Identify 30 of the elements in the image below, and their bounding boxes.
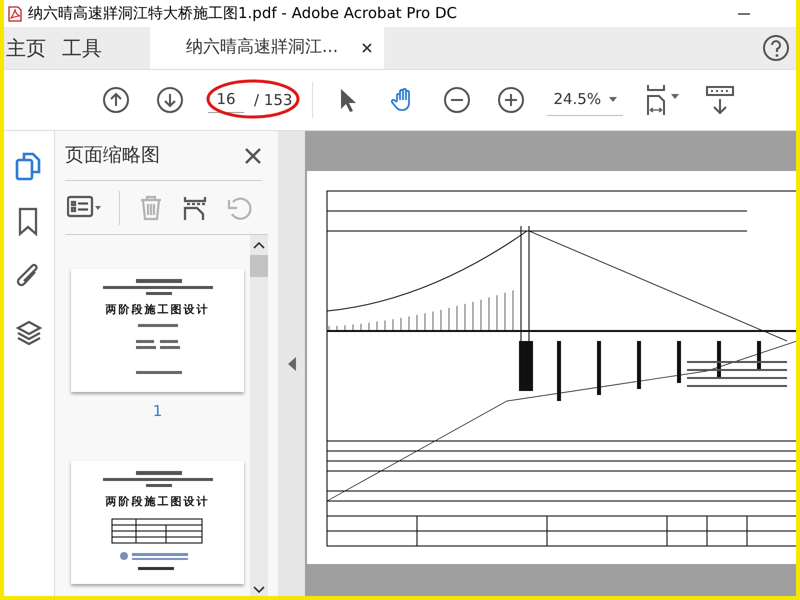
page-thumbnail[interactable]: 两阶段施工图设计 <box>71 269 244 392</box>
fit-page-icon[interactable] <box>645 84 682 116</box>
window-title: 纳六晴高速牂洞江特大桥施工图1.pdf - Adobe Acrobat Pro DC <box>28 3 458 24</box>
thumbnail-heading: 两阶段施工图设计 <box>106 494 210 510</box>
collapse-icon[interactable] <box>288 356 296 370</box>
tab[interactable]: 纳六晴高速牂洞江... <box>150 27 384 69</box>
help-icon[interactable] <box>762 34 790 62</box>
page-thumbnail[interactable]: 两阶段施工图设计 <box>71 460 244 584</box>
scroll-thumb[interactable] <box>250 255 268 277</box>
pages-icon[interactable] <box>15 151 43 181</box>
pdf-file-icon <box>8 6 22 22</box>
page-number-label: 1 <box>152 401 162 422</box>
arrow-down-icon[interactable] <box>156 86 184 114</box>
scroll-down-icon[interactable] <box>253 586 265 594</box>
tab[interactable]: 工具 <box>60 27 116 69</box>
zoom-field[interactable]: 24.5% <box>547 84 624 116</box>
scroll-mode-icon[interactable] <box>705 85 736 115</box>
arrow-up-icon[interactable] <box>102 86 130 114</box>
scrollbar[interactable] <box>250 235 268 596</box>
page-number-field[interactable]: 16 <box>208 87 244 113</box>
thumbnail-heading: 两阶段施工图设计 <box>106 302 210 318</box>
zoom-out-icon[interactable] <box>443 86 472 114</box>
close-icon[interactable] <box>244 146 262 164</box>
tab[interactable]: 主页 <box>4 27 60 69</box>
page-count: / 153 <box>254 90 292 111</box>
scroll-up-icon[interactable] <box>253 241 265 249</box>
close-icon[interactable] <box>362 43 372 53</box>
panel-title: 页面缩略图 <box>65 143 160 168</box>
caret-icon <box>609 97 618 102</box>
zoom-in-icon[interactable] <box>497 86 526 114</box>
